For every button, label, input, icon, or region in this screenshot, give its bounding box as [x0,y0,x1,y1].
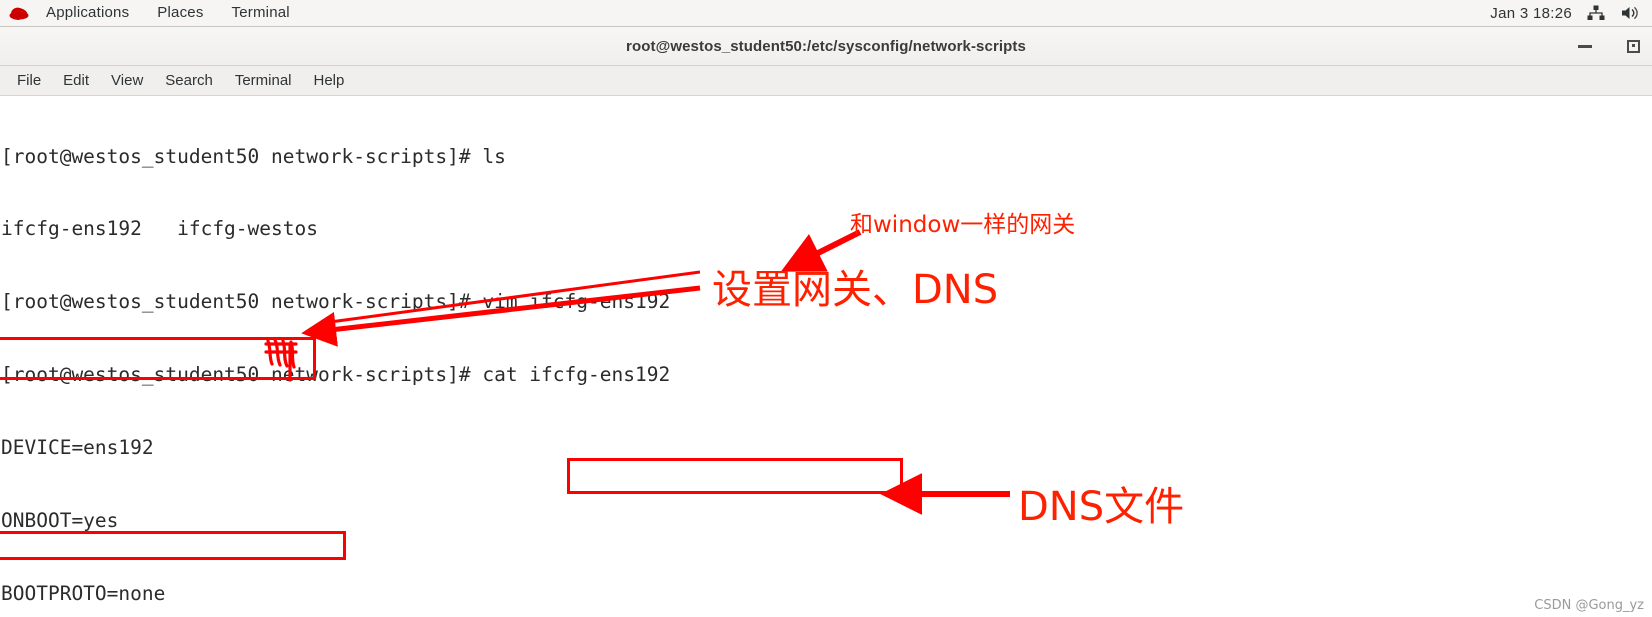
window-title: root@westos_student50:/etc/sysconfig/net… [626,38,1026,55]
terminal-line: ONBOOT=yes [1,509,119,533]
redhat-logo-icon [6,3,32,23]
panel-item-applications[interactable]: Applications [32,0,143,26]
minimize-icon[interactable] [1576,38,1594,56]
panel-clock[interactable]: Jan 3 18:26 [1490,5,1572,22]
terminal-line: DEVICE=ens192 [1,436,154,460]
menu-item-search[interactable]: Search [154,68,224,94]
terminal-output-area[interactable]: [root@westos_student50 network-scripts]#… [0,96,1652,617]
volume-icon[interactable] [1620,3,1640,23]
terminal-menubar: File Edit View Search Terminal Help [0,66,1652,96]
terminal-lines: [root@westos_student50 network-scripts]#… [0,96,1234,617]
menu-item-file[interactable]: File [6,68,52,94]
terminal-line: BOOTPROTO=none [1,581,166,605]
panel-item-places[interactable]: Places [143,0,217,26]
terminal-line: [root@westos_student50 network-scripts]#… [1,144,506,168]
window-controls [1576,27,1642,66]
panel-left-group: Applications Places Terminal [0,0,304,26]
terminal-line: ifcfg-ens192 ifcfg-westos [1,217,318,241]
menu-item-help[interactable]: Help [303,68,356,94]
terminal-line: [root@westos_student50 network-scripts]#… [1,363,671,387]
network-icon[interactable] [1586,3,1606,23]
panel-item-terminal[interactable]: Terminal [218,0,304,26]
maximize-icon[interactable] [1624,38,1642,56]
gnome-top-panel: Applications Places Terminal Jan 3 18:26 [0,0,1652,27]
menu-item-view[interactable]: View [100,68,154,94]
terminal-line: [root@westos_student50 network-scripts]#… [1,290,671,314]
menu-item-terminal[interactable]: Terminal [224,68,303,94]
watermark: CSDN @Gong_yz [1534,598,1644,613]
menu-item-edit[interactable]: Edit [52,68,100,94]
window-titlebar[interactable]: root@westos_student50:/etc/sysconfig/net… [0,27,1652,66]
panel-right-group: Jan 3 18:26 [1490,3,1652,23]
